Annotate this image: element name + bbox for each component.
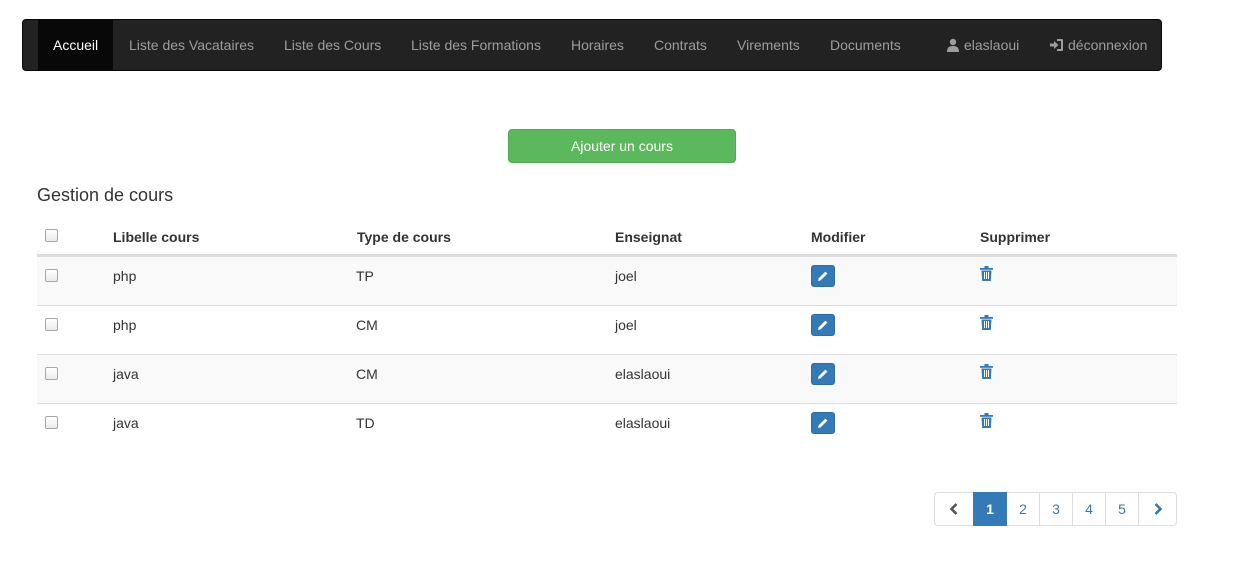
nav-liste-vacataires[interactable]: Liste des Vacataires bbox=[129, 20, 254, 70]
trash-icon[interactable] bbox=[980, 413, 993, 431]
table-row: java CM elaslaoui bbox=[37, 354, 1177, 403]
nav-horaires[interactable]: Horaires bbox=[571, 20, 624, 70]
select-all-checkbox[interactable] bbox=[45, 229, 58, 242]
chevron-right-icon bbox=[1154, 503, 1162, 515]
user-icon bbox=[946, 22, 960, 72]
nav-user-label: elaslaoui bbox=[964, 37, 1020, 53]
nav-logout-label: déconnexion bbox=[1068, 37, 1148, 53]
log-in-icon bbox=[1049, 22, 1064, 72]
header-type: Type de cours bbox=[357, 229, 451, 245]
pagination-next[interactable] bbox=[1138, 492, 1177, 526]
cell-type: CM bbox=[356, 366, 378, 382]
row-checkbox[interactable] bbox=[45, 269, 58, 282]
add-course-button[interactable]: Ajouter un cours bbox=[508, 129, 736, 163]
pagination-prev[interactable] bbox=[934, 492, 974, 526]
cell-enseignant: elaslaoui bbox=[615, 366, 671, 382]
cell-libelle: java bbox=[113, 415, 139, 431]
cell-type: TP bbox=[356, 268, 374, 284]
edit-button[interactable] bbox=[811, 363, 835, 385]
pagination-page-1[interactable]: 1 bbox=[973, 492, 1007, 526]
nav-accueil[interactable]: Accueil bbox=[38, 20, 114, 70]
pencil-icon bbox=[818, 320, 828, 330]
trash-icon[interactable] bbox=[980, 266, 993, 284]
edit-button[interactable] bbox=[811, 412, 835, 434]
cell-type: CM bbox=[356, 317, 378, 333]
pagination-page-2[interactable]: 2 bbox=[1006, 492, 1040, 526]
row-checkbox[interactable] bbox=[45, 318, 58, 331]
table-row: php CM joel bbox=[37, 305, 1177, 354]
pagination-page-4[interactable]: 4 bbox=[1072, 492, 1106, 526]
cell-libelle: php bbox=[113, 268, 137, 284]
row-checkbox[interactable] bbox=[45, 367, 58, 380]
edit-button[interactable] bbox=[811, 314, 835, 336]
section-title: Gestion de cours bbox=[37, 185, 174, 205]
table-row: php TP joel bbox=[37, 256, 1177, 305]
cell-libelle: php bbox=[113, 317, 137, 333]
pagination: 1 2 3 4 5 bbox=[934, 492, 1177, 526]
header-supprimer: Supprimer bbox=[980, 229, 1051, 245]
header-modifier: Modifier bbox=[811, 229, 866, 245]
cell-enseignant: elaslaoui bbox=[615, 415, 671, 431]
pencil-icon bbox=[818, 369, 828, 379]
header-enseignant: Enseignat bbox=[615, 229, 682, 245]
pencil-icon bbox=[818, 418, 828, 428]
pencil-icon bbox=[818, 271, 828, 281]
pagination-page-5[interactable]: 5 bbox=[1105, 492, 1139, 526]
nav-user[interactable]: elaslaoui bbox=[946, 20, 1019, 70]
nav-virements[interactable]: Virements bbox=[737, 20, 800, 70]
trash-icon[interactable] bbox=[980, 364, 993, 382]
nav-contrats[interactable]: Contrats bbox=[654, 20, 707, 70]
courses-table: Libelle cours Type de cours Enseignat Mo… bbox=[37, 218, 1177, 452]
row-checkbox[interactable] bbox=[45, 416, 58, 429]
chevron-left-icon bbox=[949, 503, 958, 515]
nav-logout[interactable]: déconnexion bbox=[1049, 20, 1147, 70]
cell-enseignant: joel bbox=[615, 317, 637, 333]
cell-type: TD bbox=[356, 415, 375, 431]
cell-libelle: java bbox=[113, 366, 139, 382]
table-row: java TD elaslaoui bbox=[37, 403, 1177, 452]
nav-liste-cours[interactable]: Liste des Cours bbox=[284, 20, 381, 70]
header-libelle: Libelle cours bbox=[113, 229, 200, 245]
pagination-page-3[interactable]: 3 bbox=[1039, 492, 1073, 526]
edit-button[interactable] bbox=[811, 265, 835, 287]
trash-icon[interactable] bbox=[980, 315, 993, 333]
nav-documents[interactable]: Documents bbox=[830, 20, 901, 70]
nav-liste-formations[interactable]: Liste des Formations bbox=[411, 20, 541, 70]
cell-enseignant: joel bbox=[615, 268, 637, 284]
table-header: Libelle cours Type de cours Enseignat Mo… bbox=[37, 218, 1177, 256]
top-navbar: Accueil Liste des Vacataires Liste des C… bbox=[22, 19, 1162, 71]
